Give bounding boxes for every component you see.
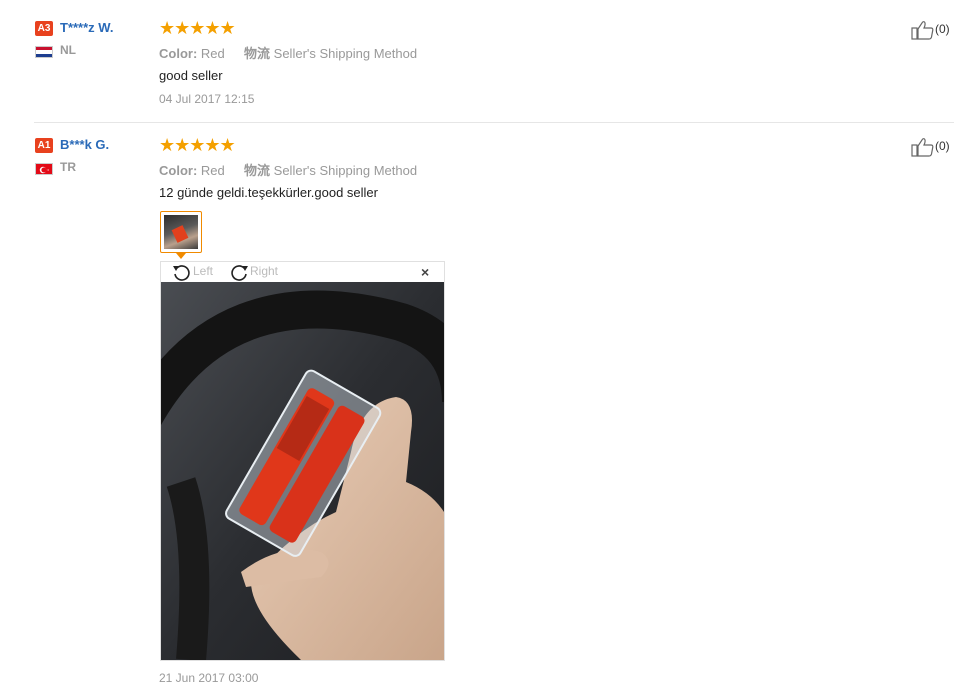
battery-photo-image [161,282,444,660]
helpful-count: (0) [935,139,950,154]
rotate-right-label: Right [250,264,279,279]
shipping-value: Seller's Shipping Method [273,163,418,178]
shipping-label: 物流 [244,163,271,178]
reviewer-name[interactable]: B***k G. [60,137,109,152]
rating-stars: ★★★★★ [159,135,236,155]
review-photo-thumbnail[interactable] [160,211,202,253]
reviewer-country: TR [60,160,76,174]
flag-tr-icon [35,163,53,175]
close-viewer-button[interactable]: × [421,264,429,280]
rotate-left-icon [173,265,190,281]
rotate-right-icon [231,265,248,281]
review-text: 12 günde geldi.teşekkürler.good seller [159,185,378,200]
thumbs-up-icon [911,138,934,157]
rotate-right-button[interactable]: Right [228,263,278,281]
thumbnail-image [164,215,198,249]
rotate-left-button[interactable]: Left [171,263,213,281]
thumbnail-pointer [176,253,186,259]
buyer-level-badge: A1 [35,138,53,153]
helpful-button[interactable]: (0) [911,137,950,157]
color-label: Color: [159,163,198,178]
review-photo [161,282,444,660]
rotate-left-label: Left [193,264,214,279]
color-value: Red [200,163,225,178]
photo-viewer-toolbar: Left Right × [161,262,444,282]
review-item: A1 B***k G. TR ★★★★★ Color: Red 物流 Selle… [0,0,977,700]
order-attributes: Color: Red 物流 Seller's Shipping Method [159,160,417,179]
photo-viewer: Left Right × [160,261,445,661]
review-date: 21 Jun 2017 03:00 [159,671,259,685]
